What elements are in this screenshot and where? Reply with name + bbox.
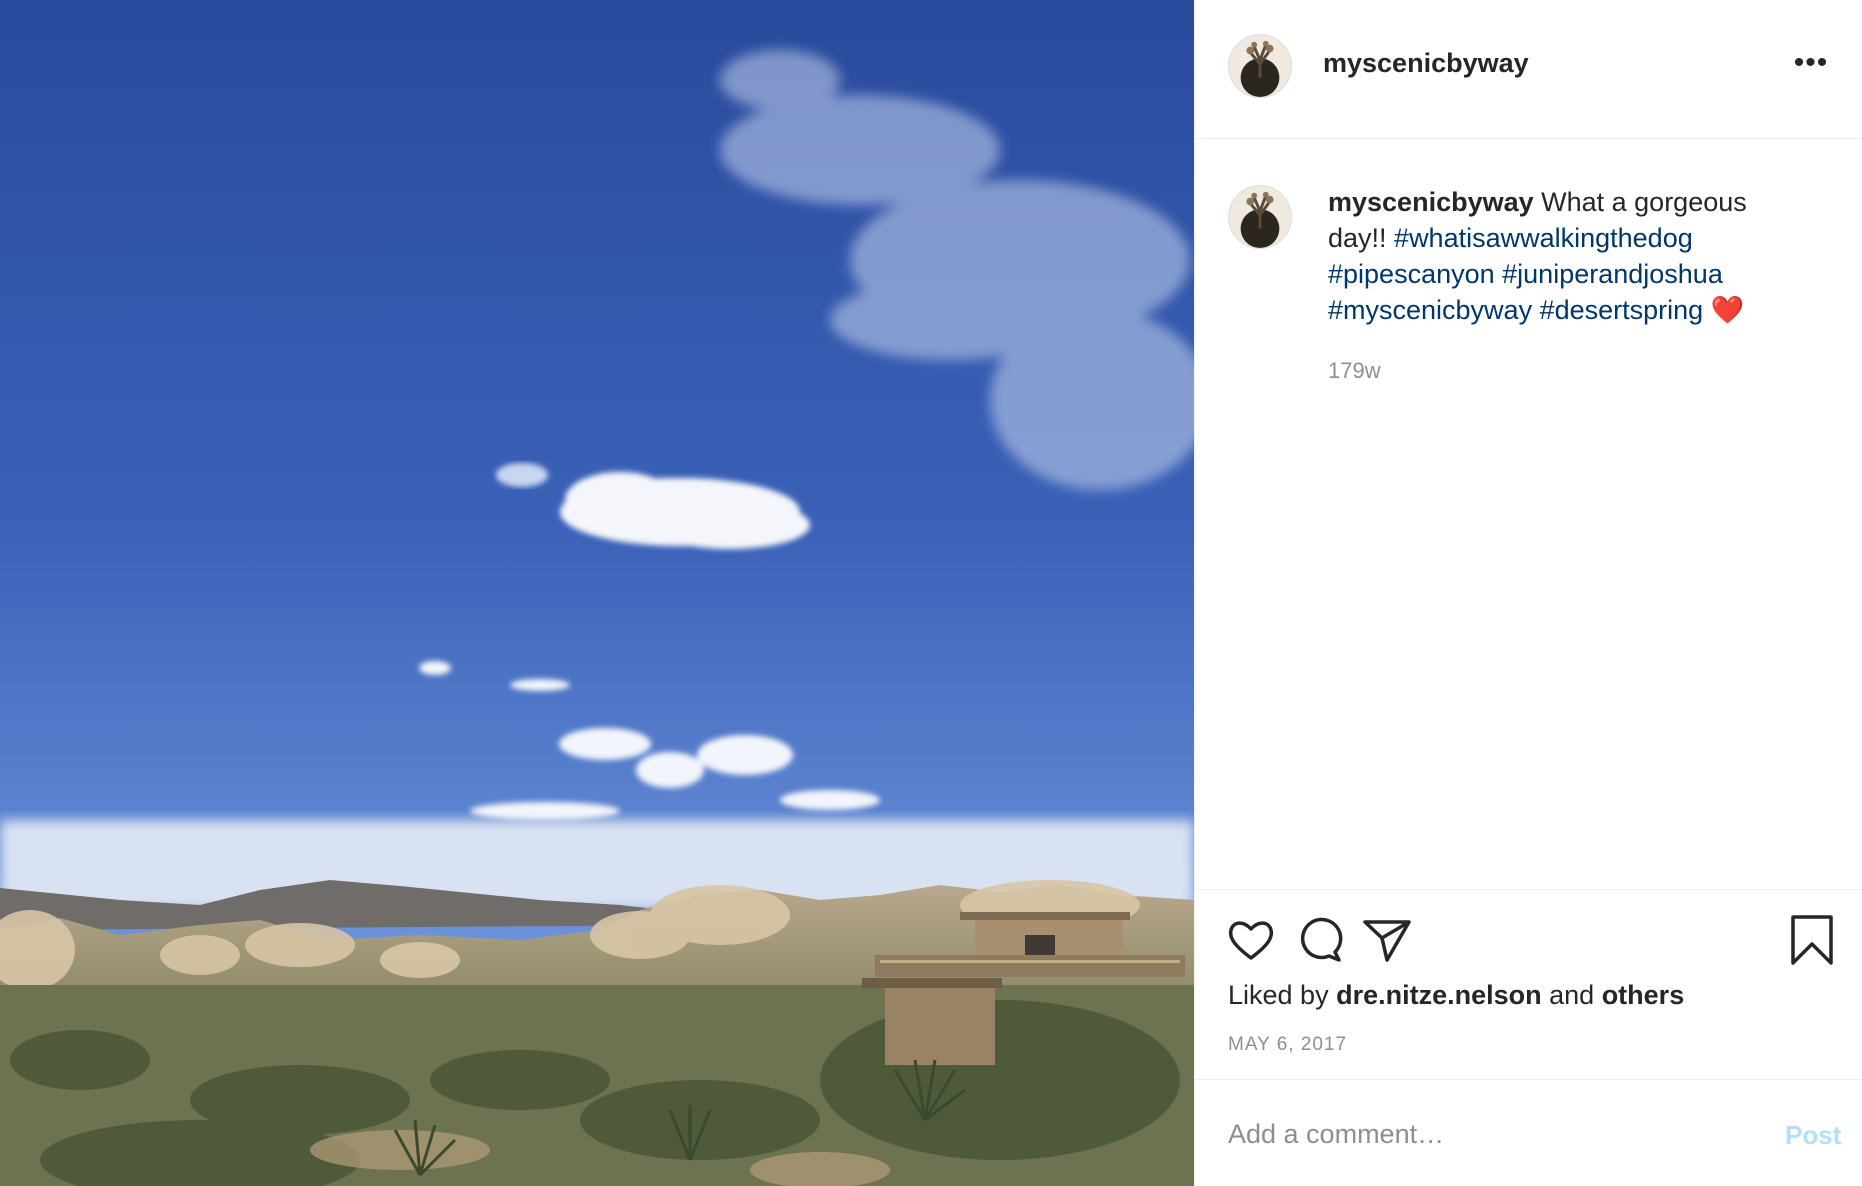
more-options-icon[interactable]: ••• bbox=[1791, 48, 1831, 84]
joshua-tree-avatar-icon bbox=[1229, 35, 1291, 97]
post-date[interactable]: MAY 6, 2017 bbox=[1228, 1034, 1347, 1056]
likes-middle: and bbox=[1541, 980, 1602, 1010]
hashtag-link[interactable]: #pipescanyon bbox=[1328, 259, 1495, 289]
header-username[interactable]: myscenicbyway bbox=[1323, 48, 1529, 79]
caption-username[interactable]: myscenicbyway bbox=[1328, 187, 1534, 217]
profile-avatar[interactable] bbox=[1228, 34, 1292, 98]
bookmark-icon bbox=[1791, 915, 1833, 965]
heart-outline-icon bbox=[1228, 921, 1274, 960]
save-button[interactable] bbox=[1789, 914, 1835, 966]
caption-avatar[interactable] bbox=[1228, 185, 1292, 249]
liked-by-user-link[interactable]: dre.nitze.nelson bbox=[1336, 980, 1542, 1010]
post-sidebar: myscenicbyway ••• myscenicbyway What a g bbox=[1194, 0, 1862, 1186]
post-header: myscenicbyway ••• bbox=[1195, 0, 1862, 139]
comment-bubble-icon bbox=[1300, 917, 1343, 962]
comment-button[interactable] bbox=[1295, 916, 1343, 964]
hashtag-link[interactable]: #myscenicbyway bbox=[1328, 295, 1532, 325]
comment-input[interactable] bbox=[1228, 1114, 1728, 1154]
hashtag-link[interactable]: #juniperandjoshua bbox=[1502, 259, 1723, 289]
likes-prefix: Liked by bbox=[1228, 980, 1337, 1010]
likes-summary: Liked by dre.nitze.nelson and others bbox=[1228, 980, 1684, 1011]
caption-text: myscenicbyway What a gorgeous day!! #wha… bbox=[1328, 184, 1798, 328]
desert-landscape-image bbox=[0, 0, 1194, 1186]
comment-bar: Post bbox=[1195, 1079, 1862, 1186]
share-button[interactable] bbox=[1363, 916, 1411, 964]
caption-time-ago[interactable]: 179w bbox=[1328, 358, 1381, 384]
paper-plane-icon bbox=[1363, 920, 1411, 962]
instagram-post: myscenicbyway ••• myscenicbyway What a g bbox=[0, 0, 1862, 1186]
action-bar: Liked by dre.nitze.nelson and others MAY… bbox=[1195, 889, 1862, 1080]
post-comment-button[interactable]: Post bbox=[1785, 1120, 1841, 1151]
red-heart-emoji: ❤️ bbox=[1710, 295, 1745, 325]
like-button[interactable] bbox=[1227, 916, 1275, 964]
hashtag-link[interactable]: #desertspring bbox=[1540, 295, 1704, 325]
joshua-tree-avatar-icon bbox=[1229, 186, 1291, 248]
hashtag-link[interactable]: #whatisawwalkingthedog bbox=[1394, 223, 1693, 253]
likes-others-link[interactable]: others bbox=[1602, 980, 1685, 1010]
post-photo[interactable] bbox=[0, 0, 1194, 1186]
